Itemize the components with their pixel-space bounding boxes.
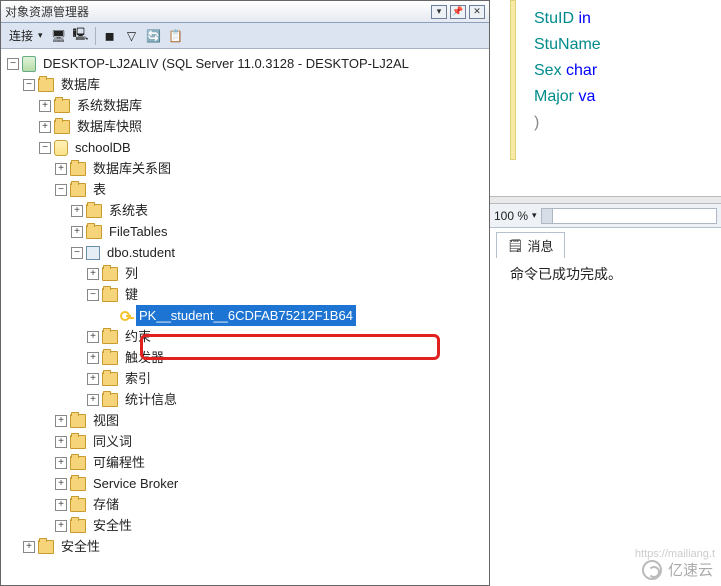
messages-body: 命令已成功完成。 xyxy=(490,258,721,290)
folder-icon xyxy=(102,288,118,302)
panel-titlebar: 对象资源管理器 ▾ 📌 ✕ xyxy=(1,1,489,23)
folder-icon xyxy=(70,477,86,491)
panel-pin-icon[interactable]: 📌 xyxy=(450,5,466,19)
columns-node[interactable]: 列 xyxy=(122,263,141,284)
databases-node[interactable]: 数据库 xyxy=(58,74,103,95)
watermark: 亿速云 xyxy=(642,559,713,580)
panel-title: 对象资源管理器 xyxy=(5,3,89,20)
right-pane: StuID in StuName Sex char Major va ) 100… xyxy=(490,0,721,586)
collapse-icon[interactable]: − xyxy=(7,58,19,70)
panel-dropdown-icon[interactable]: ▾ xyxy=(431,5,447,19)
folder-icon xyxy=(102,393,118,407)
sysdb-node[interactable]: 系统数据库 xyxy=(74,95,145,116)
expand-icon[interactable]: + xyxy=(87,268,99,280)
expand-icon[interactable]: + xyxy=(87,373,99,385)
snapshot-node[interactable]: 数据库快照 xyxy=(74,116,145,137)
expand-icon[interactable]: + xyxy=(55,520,67,532)
message-icon: 🗒 xyxy=(507,238,524,254)
folder-icon xyxy=(38,78,54,92)
systables-node[interactable]: 系统表 xyxy=(106,200,151,221)
security-server-node[interactable]: 安全性 xyxy=(58,536,103,557)
expand-icon[interactable]: + xyxy=(55,478,67,490)
connect-button[interactable]: 连接▾ xyxy=(7,25,45,46)
constraints-node[interactable]: 约束 xyxy=(122,326,154,347)
indexes-node[interactable]: 索引 xyxy=(122,368,154,389)
expand-icon[interactable]: + xyxy=(39,100,51,112)
folder-icon xyxy=(70,435,86,449)
registered-servers-icon[interactable]: 📋 xyxy=(168,28,184,44)
userdb-node[interactable]: schoolDB xyxy=(72,137,134,158)
expand-icon[interactable]: + xyxy=(87,331,99,343)
collapse-icon[interactable]: − xyxy=(55,184,67,196)
disconnect-icon[interactable]: 🖳 xyxy=(73,28,89,44)
watermark-logo-icon xyxy=(642,560,662,580)
horizontal-scrollbar[interactable] xyxy=(541,208,717,224)
splitter[interactable] xyxy=(490,196,721,204)
expand-icon[interactable]: + xyxy=(23,541,35,553)
folder-icon xyxy=(70,498,86,512)
expand-icon[interactable]: + xyxy=(71,205,83,217)
object-tree[interactable]: −DESKTOP-LJ2ALIV (SQL Server 11.0.3128 -… xyxy=(1,49,489,585)
expand-icon[interactable]: + xyxy=(55,457,67,469)
key-icon xyxy=(118,309,132,323)
primary-key-node[interactable]: PK__student__6CDFAB75212F1B64 xyxy=(136,305,356,326)
collapse-icon[interactable]: − xyxy=(23,79,35,91)
synonyms-node[interactable]: 同义词 xyxy=(90,431,135,452)
folder-icon xyxy=(70,456,86,470)
stats-node[interactable]: 统计信息 xyxy=(122,389,180,410)
editor-gutter xyxy=(510,0,516,160)
table-node[interactable]: dbo.student xyxy=(104,242,178,263)
zoom-level[interactable]: 100 % xyxy=(494,209,528,223)
views-node[interactable]: 视图 xyxy=(90,410,122,431)
expand-icon[interactable]: + xyxy=(55,499,67,511)
storage-node[interactable]: 存储 xyxy=(90,494,122,515)
expand-icon[interactable]: + xyxy=(71,226,83,238)
object-explorer-panel: 对象资源管理器 ▾ 📌 ✕ 连接▾ 🖥 🖳 ◼ ▽ 🔄 📋 −DESKTOP-L… xyxy=(0,0,490,586)
connect-server-icon[interactable]: 🖥 xyxy=(51,28,67,44)
panel-toolbar: 连接▾ 🖥 🖳 ◼ ▽ 🔄 📋 xyxy=(1,23,489,49)
refresh-icon[interactable]: 🔄 xyxy=(146,28,162,44)
folder-icon xyxy=(70,183,86,197)
keys-node[interactable]: 键 xyxy=(122,284,141,305)
tables-node[interactable]: 表 xyxy=(90,179,109,200)
expand-icon[interactable]: + xyxy=(87,352,99,364)
database-icon xyxy=(54,140,68,156)
expand-icon[interactable]: + xyxy=(39,121,51,133)
messages-tab[interactable]: 🗒 消息 xyxy=(496,232,565,258)
collapse-icon[interactable]: − xyxy=(39,142,51,154)
diagrams-node[interactable]: 数据库关系图 xyxy=(90,158,174,179)
folder-icon xyxy=(70,414,86,428)
server-node[interactable]: DESKTOP-LJ2ALIV (SQL Server 11.0.3128 - … xyxy=(40,53,412,74)
stop-icon[interactable]: ◼ xyxy=(102,28,118,44)
expand-icon[interactable]: + xyxy=(55,415,67,427)
expand-icon[interactable]: + xyxy=(55,163,67,175)
folder-icon xyxy=(86,204,102,218)
folder-icon xyxy=(38,540,54,554)
filetables-node[interactable]: FileTables xyxy=(106,221,171,242)
folder-icon xyxy=(102,330,118,344)
table-icon xyxy=(86,246,100,260)
collapse-icon[interactable]: − xyxy=(87,289,99,301)
folder-icon xyxy=(86,225,102,239)
sql-editor[interactable]: StuID in StuName Sex char Major va ) xyxy=(490,0,721,196)
panel-close-icon[interactable]: ✕ xyxy=(469,5,485,19)
collapse-icon[interactable]: − xyxy=(71,247,83,259)
expand-icon[interactable]: + xyxy=(87,394,99,406)
results-pane: 🗒 消息 命令已成功完成。 xyxy=(490,228,721,290)
folder-icon xyxy=(102,372,118,386)
folder-icon xyxy=(102,267,118,281)
zoom-bar: 100 % ▾ xyxy=(490,204,721,228)
triggers-node[interactable]: 触发器 xyxy=(122,347,167,368)
folder-icon xyxy=(54,120,70,134)
folder-icon xyxy=(70,162,86,176)
folder-icon xyxy=(54,99,70,113)
server-icon xyxy=(22,56,36,72)
servicebroker-node[interactable]: Service Broker xyxy=(90,473,181,494)
security-db-node[interactable]: 安全性 xyxy=(90,515,135,536)
filter-icon[interactable]: ▽ xyxy=(124,28,140,44)
folder-icon xyxy=(102,351,118,365)
expand-icon[interactable]: + xyxy=(55,436,67,448)
programmability-node[interactable]: 可编程性 xyxy=(90,452,148,473)
folder-icon xyxy=(70,519,86,533)
